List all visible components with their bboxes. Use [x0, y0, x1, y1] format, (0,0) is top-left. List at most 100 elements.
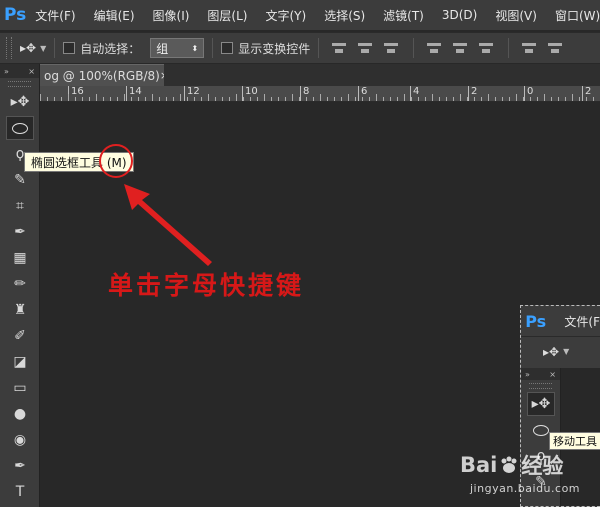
show-transform-label: 显示变换控件: [238, 41, 311, 56]
align-right-icon[interactable]: [476, 40, 498, 56]
inset-options-bar: ▸✥ ▼: [521, 336, 600, 366]
pen-icon[interactable]: ✒: [6, 454, 34, 478]
ruler-tick: [439, 97, 440, 101]
ruler-tick: [145, 97, 146, 101]
elliptical-marquee-icon[interactable]: [6, 116, 34, 140]
ruler-label: 2: [468, 86, 477, 101]
menu-filter[interactable]: 滤镜(T): [374, 0, 433, 30]
highlight-circle: [99, 144, 133, 178]
distribute-vcenter-icon[interactable]: [545, 40, 567, 56]
baidu-watermark: Bai 经验 jingyan.baidu.com: [460, 450, 600, 507]
ruler-tick: [54, 97, 55, 101]
inset-tool-panel-grip: [529, 383, 552, 389]
watermark-url: jingyan.baidu.com: [470, 482, 581, 495]
ruler-tick: [551, 97, 552, 101]
ruler-tick: [488, 94, 489, 101]
ruler-tick: [285, 97, 286, 101]
horizontal-ruler[interactable]: 16 14 12 10 8 6 4 2 0 2: [40, 86, 600, 102]
distribute-top-icon[interactable]: [519, 40, 541, 56]
ruler-tick: [558, 97, 559, 101]
ruler-tick: [110, 97, 111, 101]
ruler-tick: [166, 97, 167, 101]
align-left-icon[interactable]: [424, 40, 446, 56]
history-brush-icon[interactable]: ✐: [6, 324, 34, 348]
menu-3d[interactable]: 3D(D): [433, 0, 486, 30]
menu-view[interactable]: 视图(V): [486, 0, 546, 30]
collapse-icon[interactable]: »: [4, 67, 9, 76]
divider: [413, 38, 415, 58]
ruler-tick: [509, 97, 510, 101]
menu-select[interactable]: 选择(S): [315, 0, 374, 30]
ruler-tick: [579, 97, 580, 101]
align-hcenter-icon[interactable]: [450, 40, 472, 56]
ruler-tick: [369, 97, 370, 101]
align-bottom-icon[interactable]: [381, 40, 403, 56]
watermark-logo: Bai 经验: [460, 450, 600, 480]
ruler-tick: [117, 97, 118, 101]
ruler-tick: [453, 97, 454, 101]
align-top-icon[interactable]: [329, 40, 351, 56]
healing-brush-icon[interactable]: ▦: [6, 246, 34, 270]
gradient-icon[interactable]: ▭: [6, 376, 34, 400]
ruler-tick: [243, 97, 244, 101]
menu-type[interactable]: 文字(Y): [256, 0, 315, 30]
ruler-tick: [306, 97, 307, 101]
eraser-icon[interactable]: ◪: [6, 350, 34, 374]
move-tool-icon: ▸✥: [527, 392, 555, 416]
ruler-tick: [593, 97, 594, 101]
document-tab-title: og @ 100%(RGB/8): [44, 68, 160, 83]
ruler-tick: [299, 97, 300, 101]
chevron-down-icon: ▼: [40, 43, 47, 53]
menu-window[interactable]: 窗口(W): [546, 0, 600, 30]
ruler-tick: [572, 94, 573, 101]
divider: [212, 38, 214, 58]
auto-select-checkbox[interactable]: [63, 42, 76, 54]
ruler-tick: [68, 94, 69, 101]
chevron-down-icon: ▼: [563, 347, 570, 356]
watermark-brand-left: Bai: [460, 453, 498, 477]
menu-layer[interactable]: 图层(L): [198, 0, 256, 30]
menu-edit[interactable]: 编辑(E): [85, 0, 144, 30]
ruler-tick: [278, 97, 279, 101]
ruler-tick: [187, 97, 188, 101]
ruler-tick: [411, 97, 412, 101]
move-tool-icon: ▸✥: [20, 41, 37, 55]
ruler-tick: [159, 97, 160, 101]
show-transform-checkbox[interactable]: [221, 42, 234, 54]
align-vcenter-icon[interactable]: [355, 40, 377, 56]
auto-select-dropdown[interactable]: 组 ⬍: [150, 38, 205, 58]
ruler-tick: [215, 97, 216, 101]
options-bar-grip[interactable]: [6, 37, 12, 59]
move-tool-icon[interactable]: ▸✥: [6, 90, 34, 114]
photoshop-logo[interactable]: Ps: [4, 0, 26, 30]
tab-strip: [164, 64, 600, 86]
type-icon[interactable]: T: [6, 480, 34, 504]
auto-select-value: 组: [156, 41, 169, 56]
eyedropper-icon[interactable]: ✒: [6, 220, 34, 244]
ruler-tick: [82, 97, 83, 101]
tool-panel-grip[interactable]: [8, 81, 31, 87]
crop-icon[interactable]: ⌗: [6, 194, 34, 218]
options-bar: ▸✥ ▼ 自动选择： 组 ⬍ 显示变换控件: [0, 32, 600, 63]
tool-panel-header: » ×: [0, 64, 39, 78]
ruler-tick: [460, 94, 461, 101]
ruler-label: 8: [300, 86, 309, 101]
ruler-tick: [404, 94, 405, 101]
brush-icon[interactable]: ✏: [6, 272, 34, 296]
ruler-tick: [264, 94, 265, 101]
ruler-tick: [208, 94, 209, 101]
ruler-tick: [236, 94, 237, 101]
clone-stamp-icon[interactable]: ♜: [6, 298, 34, 322]
move-tool-icon: ▸✥: [543, 344, 560, 359]
menu-image[interactable]: 图像(I): [144, 0, 199, 30]
divider: [318, 38, 320, 58]
ruler-tick: [292, 94, 293, 101]
document-tab[interactable]: og @ 100%(RGB/8) ×: [40, 64, 164, 86]
inset-menu-file: 文件(F: [564, 314, 600, 329]
tool-preset-picker[interactable]: ▸✥ ▼: [20, 41, 46, 55]
ruler-tick: [481, 97, 482, 101]
close-icon[interactable]: ×: [28, 67, 35, 76]
menu-file[interactable]: 文件(F): [26, 0, 84, 30]
blur-icon[interactable]: ●: [6, 402, 34, 426]
dodge-icon[interactable]: ◉: [6, 428, 34, 452]
